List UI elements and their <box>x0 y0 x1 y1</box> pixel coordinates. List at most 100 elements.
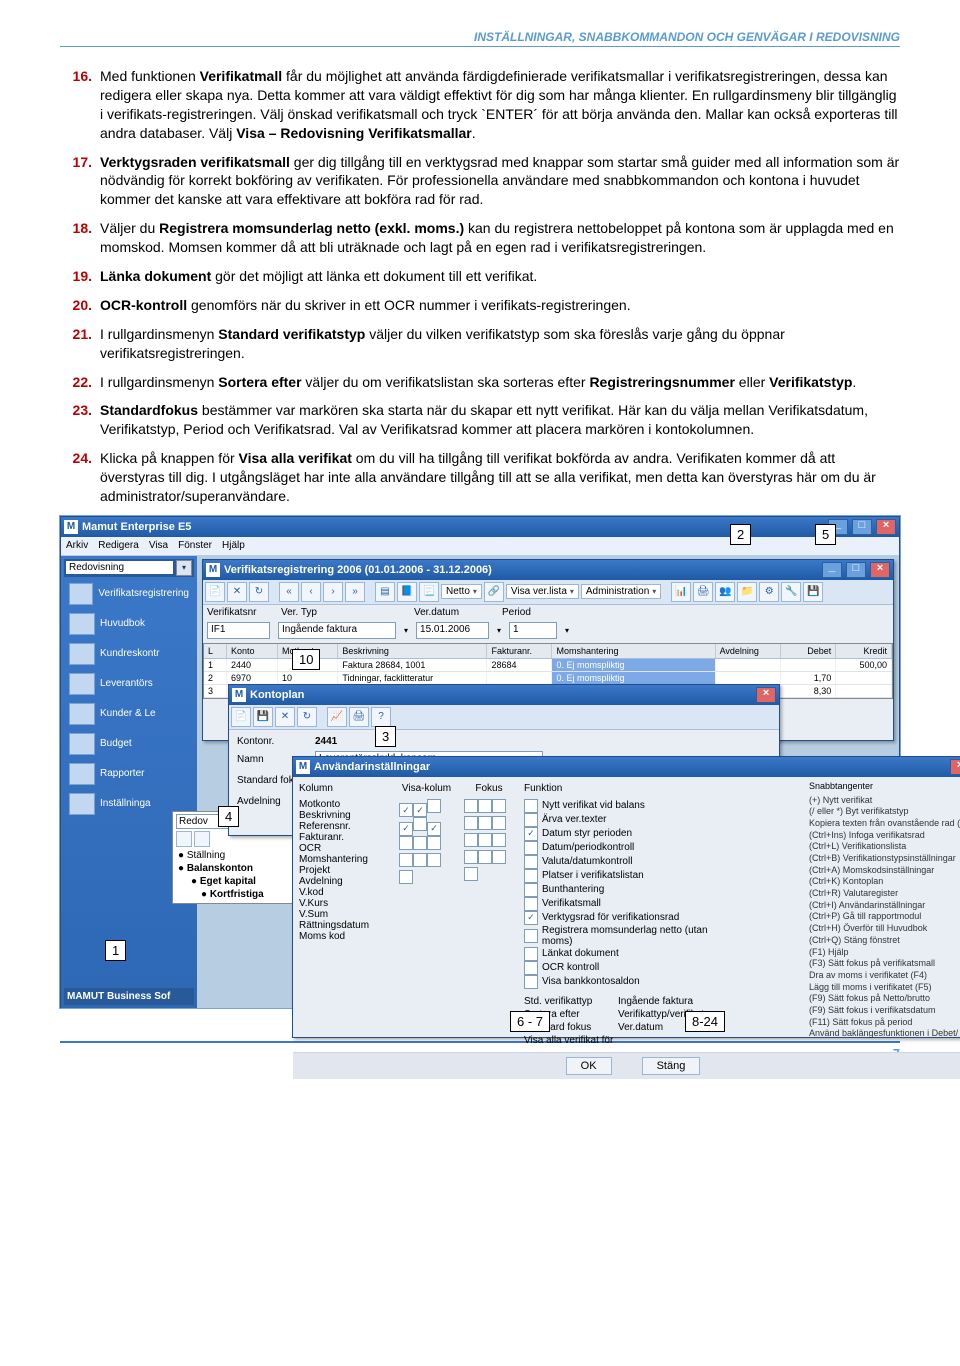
new-icon[interactable]: 📄 <box>205 582 225 602</box>
funktion-checkbox[interactable] <box>524 799 538 813</box>
funktion-checkbox[interactable] <box>524 813 538 827</box>
link-icon[interactable]: 🔗 <box>484 582 504 602</box>
funktion-row[interactable]: Nytt verifikat vid balans <box>524 799 739 813</box>
funktion-row[interactable]: Visa bankkontosaldon <box>524 975 739 989</box>
last-icon[interactable]: » <box>345 582 365 602</box>
period-input[interactable]: 1 <box>509 622 557 639</box>
icon-b[interactable]: 🖨 <box>693 582 713 602</box>
funktion-row[interactable]: Datum/periodkontroll <box>524 841 739 855</box>
ok-button[interactable]: OK <box>566 1057 612 1075</box>
help-icon[interactable]: ? <box>371 707 391 727</box>
sidebar-item[interactable]: Budget <box>64 729 194 759</box>
funktion-row[interactable]: ✓Verktygsrad för verifikationsrad <box>524 911 739 925</box>
minimize-icon[interactable]: _ <box>822 562 842 578</box>
funktion-checkbox[interactable]: ✓ <box>524 827 538 841</box>
sidebar-item[interactable]: Rapporter <box>64 759 194 789</box>
fokus-checkbox[interactable] <box>478 833 492 847</box>
verifikatsnr-input[interactable]: IF1 <box>207 622 270 639</box>
visa-checkbox[interactable] <box>413 817 427 831</box>
visa-checkbox[interactable] <box>427 799 441 813</box>
visa-checkbox[interactable] <box>413 853 427 867</box>
delete-icon[interactable]: ✕ <box>227 582 247 602</box>
menu-hjalp[interactable]: Hjälp <box>222 540 245 551</box>
netto-dropdown[interactable]: Netto <box>441 584 482 599</box>
fokus-checkbox[interactable] <box>492 816 506 830</box>
funktion-checkbox[interactable]: ✓ <box>524 911 538 925</box>
visa-verlista-dropdown[interactable]: Visa ver.lista <box>506 584 579 599</box>
funktion-row[interactable]: Länkat dokument <box>524 947 739 961</box>
fokus-checkbox[interactable] <box>464 833 478 847</box>
tree-icon[interactable]: ▤ <box>375 582 395 602</box>
cancel-button[interactable]: Stäng <box>642 1057 701 1075</box>
vertyp-input[interactable]: Ingående faktura <box>278 622 396 639</box>
administration-dropdown[interactable]: Administration <box>581 584 661 599</box>
fokus-checkbox[interactable] <box>464 799 478 813</box>
icon-c[interactable]: 👥 <box>715 582 735 602</box>
close-icon[interactable]: × <box>870 562 890 578</box>
funktion-checkbox[interactable] <box>524 883 538 897</box>
close-icon[interactable]: × <box>950 759 960 775</box>
fokus-checkbox[interactable] <box>492 850 506 864</box>
sidebar-item[interactable]: Verifikatsregistrering <box>64 579 194 609</box>
fokus-checkbox[interactable] <box>492 833 506 847</box>
next-icon[interactable]: › <box>323 582 343 602</box>
funktion-checkbox[interactable] <box>524 841 538 855</box>
funktion-row[interactable]: Ärva ver.texter <box>524 813 739 827</box>
fokus-checkbox[interactable] <box>478 850 492 864</box>
menu-fonster[interactable]: Fönster <box>178 540 212 551</box>
visa-checkbox[interactable] <box>427 836 441 850</box>
menu-redigera[interactable]: Redigera <box>98 540 139 551</box>
reports-icon[interactable]: 📈 <box>327 707 347 727</box>
first-icon[interactable]: « <box>279 582 299 602</box>
chevron-down-icon[interactable]: ▾ <box>176 560 192 576</box>
visa-checkbox[interactable]: ✓ <box>399 822 413 836</box>
fokus-checkbox[interactable] <box>478 816 492 830</box>
sidebar-item[interactable]: Leverantörs <box>64 669 194 699</box>
visa-checkbox[interactable]: ✓ <box>413 803 427 817</box>
funktion-checkbox[interactable] <box>524 869 538 883</box>
sidebar-header[interactable]: Redovisning ▾ <box>64 559 194 577</box>
visa-checkbox[interactable]: ✓ <box>427 822 441 836</box>
close-icon[interactable]: × <box>756 687 776 703</box>
funktion-row[interactable]: Bunthantering <box>524 883 739 897</box>
funktion-checkbox[interactable] <box>524 929 538 943</box>
fokus-checkbox[interactable] <box>478 799 492 813</box>
verdatum-input[interactable]: 15.01.2006 <box>416 622 489 639</box>
menu-visa[interactable]: Visa <box>149 540 168 551</box>
panel-icon-a[interactable] <box>176 831 192 847</box>
maximize-icon[interactable]: □ <box>852 519 872 535</box>
icon-d[interactable]: 📁 <box>737 582 757 602</box>
fokus-checkbox[interactable] <box>464 816 478 830</box>
fokus-checkbox[interactable] <box>464 850 478 864</box>
maximize-icon[interactable]: □ <box>846 562 866 578</box>
panel-icon-b[interactable] <box>194 831 210 847</box>
funktion-row[interactable]: ✓Datum styr perioden <box>524 827 739 841</box>
save-icon[interactable]: 💾 <box>253 707 273 727</box>
visa-checkbox[interactable] <box>413 836 427 850</box>
close-icon[interactable]: × <box>876 519 896 535</box>
funktion-checkbox[interactable] <box>524 855 538 869</box>
fokus-checkbox[interactable] <box>464 867 478 881</box>
funktion-row[interactable]: Platser i verifikatslistan <box>524 869 739 883</box>
delete-icon[interactable]: ✕ <box>275 707 295 727</box>
icon-f[interactable]: 🔧 <box>781 582 801 602</box>
new-icon[interactable]: 📄 <box>231 707 251 727</box>
visa-checkbox[interactable] <box>399 836 413 850</box>
menu-arkiv[interactable]: Arkiv <box>66 540 88 551</box>
refresh-icon[interactable]: ↻ <box>297 707 317 727</box>
funktion-row[interactable]: Verifikatsmall <box>524 897 739 911</box>
funktion-row[interactable]: OCR kontroll <box>524 961 739 975</box>
page-icon[interactable]: 📃 <box>419 582 439 602</box>
visa-checkbox[interactable] <box>427 853 441 867</box>
icon-a[interactable]: 📊 <box>671 582 691 602</box>
verifikat-window-buttons[interactable]: _ □ × <box>821 562 890 578</box>
funktion-checkbox[interactable] <box>524 961 538 975</box>
sidebar-item[interactable]: Huvudbok <box>64 609 194 639</box>
prev-icon[interactable]: ‹ <box>301 582 321 602</box>
kontoplan-window-buttons[interactable]: × <box>755 687 776 703</box>
print-icon[interactable]: 🖨 <box>349 707 369 727</box>
funktion-row[interactable]: Registrera momsunderlag netto (utan moms… <box>524 925 739 947</box>
funktion-row[interactable]: Valuta/datumkontroll <box>524 855 739 869</box>
funktion-checkbox[interactable] <box>524 947 538 961</box>
std-verifikattyp-dropdown[interactable]: Ingående faktura <box>618 996 718 1007</box>
